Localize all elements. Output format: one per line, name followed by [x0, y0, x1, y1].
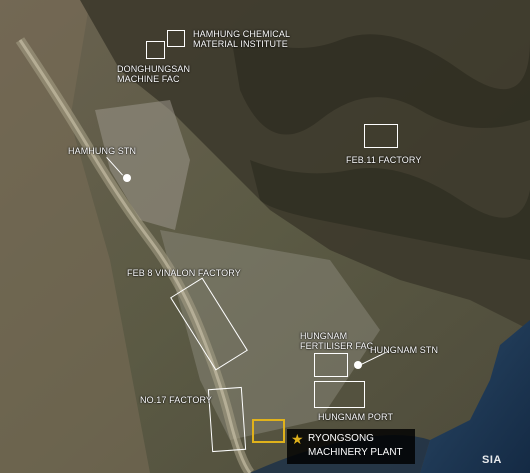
- donghungsan-box: [146, 41, 165, 59]
- port-box: [314, 381, 365, 408]
- hungnam-stn-label: HUNGNAM STN: [370, 345, 439, 355]
- feb8-label: FEB 8 VINALON FACTORY: [127, 268, 241, 278]
- chem-institute-box: [167, 30, 185, 47]
- hamhung-stn-marker: [123, 174, 131, 182]
- port-label: HUNGNAM PORT: [318, 412, 394, 422]
- sia-logo: SIA: [482, 454, 502, 466]
- fertiliser-label: HUNGNAM FERTILISER FAC: [300, 331, 374, 351]
- chem-institute-label: HAMHUNG CHEMICAL MATERIAL INSTITUTE: [193, 29, 291, 49]
- no17-box: [207, 386, 247, 453]
- no17-label: NO.17 FACTORY: [140, 395, 212, 405]
- callout-line1: RYONGSONG: [308, 433, 374, 444]
- feb11-box: [364, 124, 398, 148]
- satellite-map: HAMHUNG CHEMICAL MATERIAL INSTITUTE DONG…: [0, 0, 530, 473]
- fertiliser-box: [314, 353, 348, 377]
- hamhung-stn-label: HAMHUNG STN: [68, 146, 137, 156]
- callout-line2: MACHINERY PLANT: [308, 447, 403, 458]
- hungnam-stn-marker: [354, 361, 362, 369]
- ryongsong-box: [252, 419, 285, 443]
- feb11-label: FEB.11 FACTORY: [346, 155, 422, 165]
- satellite-imagery: [0, 0, 530, 473]
- donghungsan-label: DONGHUNGSAN MACHINE FAC: [117, 64, 191, 84]
- star-icon: ★: [291, 431, 304, 447]
- ryongsong-callout: ★ RYONGSONG MACHINERY PLANT: [287, 429, 415, 464]
